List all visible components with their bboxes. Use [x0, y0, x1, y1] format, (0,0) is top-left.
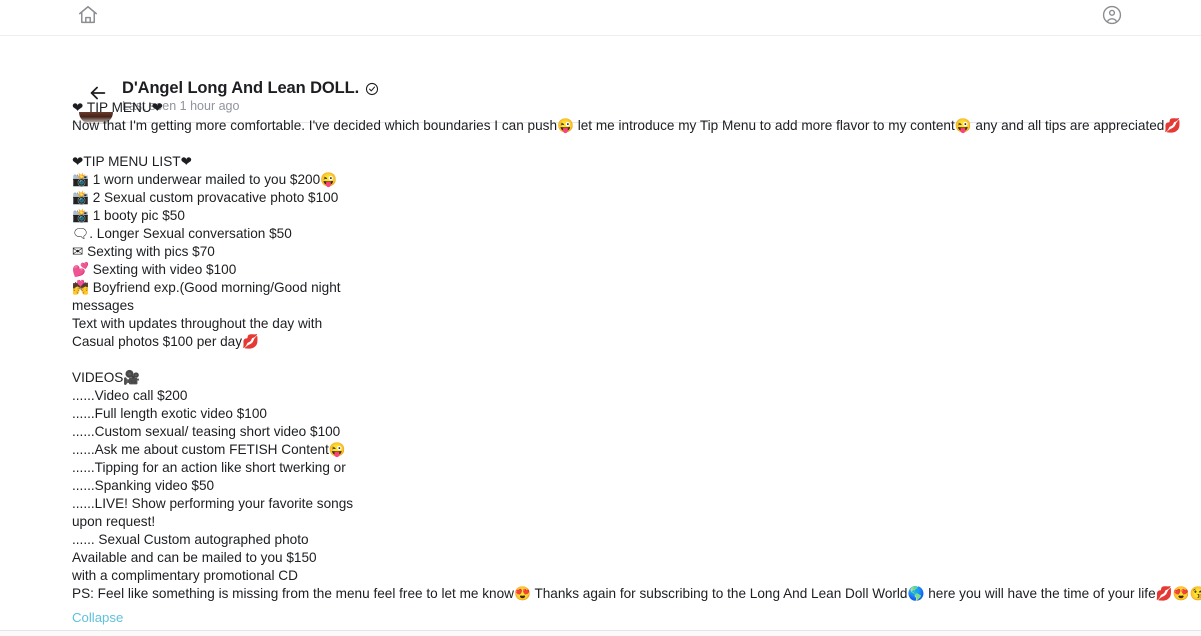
message-line: VIDEOS🎥 [72, 370, 141, 385]
message-line: PS: Feel like something is missing from … [72, 586, 1201, 601]
verified-badge-icon [365, 82, 379, 96]
message-line: 📸 1 worn underwear mailed to you $200😜 [72, 172, 338, 187]
message-line: ❤ TIP MENU❤ [72, 100, 164, 115]
message-line: ...... Sexual Custom autographed photo [72, 532, 309, 547]
message-line: 📸 2 Sexual custom provacative photo $100 [72, 190, 339, 205]
message-line: ......Video call $200 [72, 388, 188, 403]
message-text-block: ❤ TIP MENU❤ Now that I'm getting more co… [72, 99, 1201, 603]
message-line: ......LIVE! Show performing your favorit… [72, 496, 354, 511]
message-line: Text with updates throughout the day wit… [72, 316, 323, 331]
message-line: ......Spanking video $50 [72, 478, 215, 493]
message-line: ......Full length exotic video $100 [72, 406, 267, 421]
message-line: ......Custom sexual/ teasing short video… [72, 424, 341, 439]
top-app-bar [0, 0, 1201, 36]
message-line: ❤TIP MENU LIST❤ [72, 154, 192, 169]
message-line: ......Tipping for an action like short t… [72, 460, 346, 475]
conversation-header: D'Angel Long And Lean DOLL. Last seen 1 … [0, 36, 1201, 124]
message-line: 🗨. Longer Sexual conversation $50 [72, 226, 292, 241]
message-line: with a complimentary promotional CD [72, 568, 298, 583]
bottom-strip [0, 631, 1201, 636]
home-button[interactable] [72, 2, 104, 32]
message-line: Available and can be mailed to you $150 [72, 550, 317, 565]
message-line: messages [72, 298, 134, 313]
message-line: ......Ask me about custom FETISH Content… [72, 442, 346, 457]
message-line [72, 135, 1141, 153]
message-line [72, 351, 1141, 369]
page-title: D'Angel Long And Lean DOLL. [122, 79, 360, 97]
message-line: upon request! [72, 514, 156, 529]
message-line: Now that I'm getting more comfortable. I… [72, 118, 1182, 133]
account-avatar-icon [1101, 4, 1123, 31]
message-line: 📸 1 booty pic $50 [72, 208, 185, 223]
message-line: 💕 Sexting with video $100 [72, 262, 237, 277]
message-line: Casual photos $100 per day💋 [72, 334, 259, 349]
message-line: ✉ Sexting with pics $70 [72, 244, 215, 259]
collapse-link[interactable]: Collapse [72, 610, 123, 625]
message-line: 💏 Boyfriend exp.(Good morning/Good night [72, 280, 341, 295]
account-button[interactable] [1097, 2, 1127, 32]
home-icon [77, 4, 99, 31]
contact-name-row[interactable]: D'Angel Long And Lean DOLL. [122, 79, 379, 98]
